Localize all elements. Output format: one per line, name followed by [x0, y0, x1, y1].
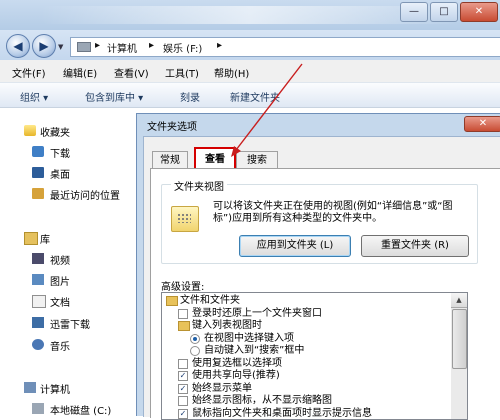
sidebar-item-videos[interactable]: 视频: [50, 252, 70, 267]
dialog-close-button[interactable]: ✕: [464, 116, 500, 132]
apply-to-folders-button[interactable]: 应用到文件夹 (L): [239, 235, 351, 257]
command-bar: 组织 ▾ 包含到库中 ▾ 刻录 新建文件夹: [0, 83, 500, 108]
include-in-library-button[interactable]: 包含到库中 ▾: [85, 89, 143, 104]
advanced-setting-label: 鼠标指向文件夹和桌面项时显示提示信息: [192, 407, 372, 419]
burn-button[interactable]: 刻录: [180, 89, 200, 104]
favorites-star-icon: [24, 125, 36, 136]
tab-general[interactable]: 常规: [152, 151, 188, 169]
sidebar-item-favorites[interactable]: 收藏夹: [40, 124, 70, 139]
advanced-setting-label: 在视图中选择键入项: [204, 332, 294, 344]
folder-view-icon: [171, 206, 199, 232]
sidebar-item-recent[interactable]: 最近访问的位置: [50, 187, 120, 202]
advanced-setting-label: 登录时还原上一个文件夹窗口: [192, 307, 322, 319]
address-bar[interactable]: ▸ 计算机 ▸ 娱乐 (F:) ▸: [70, 37, 500, 57]
advanced-setting-label: 自动键入到“搜索”框中: [204, 345, 305, 356]
folder-icon: [178, 321, 190, 331]
back-button[interactable]: ◀: [6, 34, 30, 58]
chevron-down-icon[interactable]: ▼: [58, 43, 63, 51]
sidebar-item-downloads[interactable]: 下载: [50, 145, 70, 160]
menu-file[interactable]: 文件(F): [12, 65, 46, 80]
organize-button[interactable]: 组织 ▾: [20, 89, 48, 104]
xunlei-icon: [32, 317, 44, 328]
sidebar-item-computer[interactable]: 计算机: [40, 381, 70, 396]
breadcrumb-separator: ▸: [217, 40, 223, 51]
recent-places-icon: [32, 188, 44, 199]
breadcrumb-computer[interactable]: 计算机: [107, 40, 137, 55]
title-blur: [40, 6, 460, 24]
navigation-bar: ◀ ▶ ▼ ▸ 计算机 ▸ 娱乐 (F:) ▸: [0, 30, 500, 60]
tab-view[interactable]: 查看: [194, 147, 236, 170]
menu-view[interactable]: 查看(V): [114, 65, 149, 80]
scroll-up-button[interactable]: ▲: [451, 293, 467, 308]
local-disk-icon: [32, 403, 44, 414]
advanced-setting-label: 文件和文件夹: [180, 295, 240, 306]
checkbox[interactable]: [178, 396, 188, 406]
radio-button[interactable]: [190, 346, 200, 356]
tab-search[interactable]: 搜索: [236, 151, 278, 169]
desktop-icon: [32, 167, 44, 178]
scroll-thumb[interactable]: [452, 309, 467, 369]
advanced-settings-label: 高级设置:: [161, 282, 205, 293]
breadcrumb-separator: ▸: [149, 40, 155, 51]
close-button[interactable]: ✕: [460, 2, 498, 22]
advanced-setting-label: 使用共享向导(推荐): [192, 370, 280, 381]
checkbox[interactable]: ✓: [178, 408, 188, 419]
window-title-bar: — □ ✕: [0, 0, 500, 30]
dialog-title: 文件夹选项: [147, 122, 197, 133]
videos-icon: [32, 253, 44, 264]
checkbox[interactable]: ✓: [178, 371, 188, 381]
pictures-icon: [32, 274, 44, 285]
advanced-settings-scrollbar[interactable]: ▲: [451, 292, 468, 420]
music-icon: [32, 339, 44, 350]
sidebar-item-pictures[interactable]: 图片: [50, 273, 70, 288]
documents-icon: [32, 295, 46, 308]
folder-views-description: 可以将该文件夹正在使用的视图(例如“详细信息”或“图标”)应用到所有这种类型的文…: [213, 201, 453, 224]
library-icon: [24, 232, 38, 245]
advanced-setting-label: 使用复选框以选择项: [192, 357, 282, 369]
menu-help[interactable]: 帮助(H): [214, 65, 249, 80]
view-tab-panel: 文件夹视图 可以将该文件夹正在使用的视图(例如“详细信息”或“图标”)应用到所有…: [150, 168, 500, 420]
sidebar-item-desktop[interactable]: 桌面: [50, 166, 70, 181]
sidebar-item-documents[interactable]: 文档: [50, 294, 70, 309]
folder-icon: [166, 296, 178, 306]
sidebar-item-libraries[interactable]: 库: [40, 231, 50, 246]
new-folder-button[interactable]: 新建文件夹: [230, 89, 280, 104]
sidebar-item-music[interactable]: 音乐: [50, 338, 70, 353]
folder-options-dialog: 文件夹选项 ✕ 常规 查看 搜索 文件夹视图 可以将该文件夹正在使用的视图(例如…: [136, 113, 500, 420]
computer-icon: [24, 382, 36, 393]
reset-folders-button[interactable]: 重置文件夹 (R): [361, 235, 469, 257]
checkbox[interactable]: [178, 358, 188, 369]
downloads-icon: [32, 146, 44, 157]
navigation-pane: 收藏夹 下载 桌面 最近访问的位置 库 视频 图片 文档 迅雷下载 音乐 计算机…: [0, 108, 136, 417]
radio-button[interactable]: [190, 333, 200, 344]
checkbox[interactable]: ✓: [178, 383, 188, 394]
breadcrumb-drive[interactable]: 娱乐 (F:): [163, 40, 202, 55]
forward-button[interactable]: ▶: [32, 34, 56, 58]
breadcrumb-separator: ▸: [95, 40, 101, 51]
advanced-setting-label: 始终显示菜单: [192, 382, 252, 394]
advanced-setting-label: 键入列表视图时: [192, 320, 262, 331]
sidebar-item-xunlei[interactable]: 迅雷下载: [50, 316, 90, 331]
advanced-settings-list[interactable]: 文件和文件夹 登录时还原上一个文件夹窗口 键入列表视图时 在视图中选择键入项 自动键入到…: [161, 292, 453, 420]
drive-icon: [77, 42, 91, 52]
minimize-button[interactable]: —: [400, 2, 428, 22]
maximize-button[interactable]: □: [430, 2, 458, 22]
dialog-body: 常规 查看 搜索 文件夹视图 可以将该文件夹正在使用的视图(例如“详细信息”或“…: [143, 136, 500, 420]
menu-bar: 文件(F) 编辑(E) 查看(V) 工具(T) 帮助(H): [0, 60, 500, 83]
advanced-setting-label: 始终显示图标，从不显示缩略图: [192, 395, 332, 406]
folder-views-legend: 文件夹视图: [171, 178, 227, 193]
checkbox[interactable]: [178, 308, 188, 319]
menu-tools[interactable]: 工具(T): [165, 65, 199, 80]
menu-edit[interactable]: 编辑(E): [63, 65, 97, 80]
